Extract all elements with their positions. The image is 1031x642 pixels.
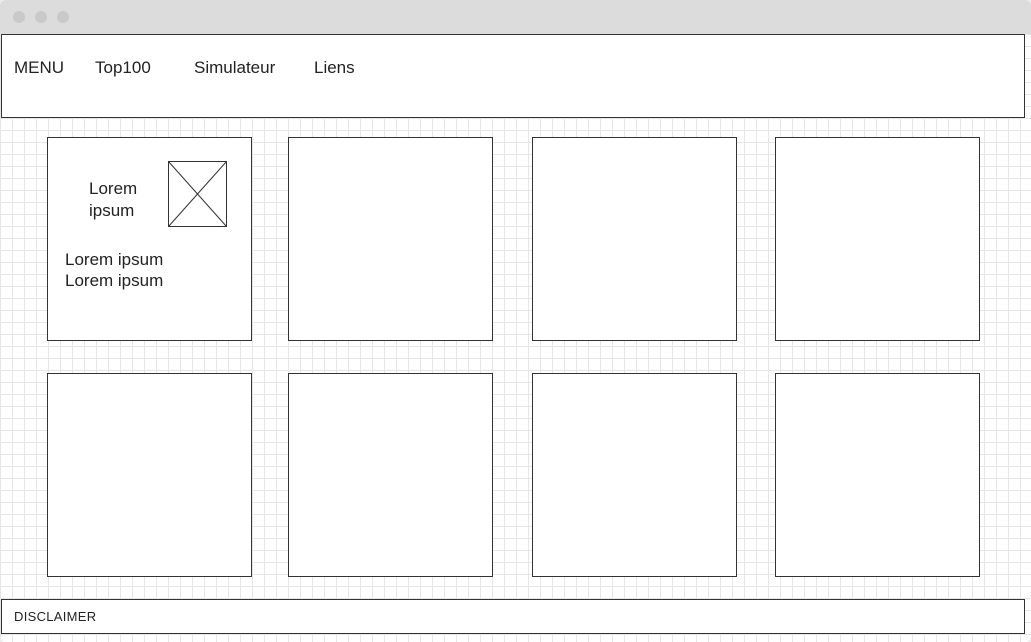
- content-card[interactable]: [532, 137, 737, 341]
- card-text: Lorem ipsum Lorem ipsum: [65, 249, 163, 291]
- nav-menu[interactable]: MENU: [14, 58, 64, 78]
- top-nav-bar: MENU Top100 Simulateur Liens: [1, 34, 1025, 118]
- content-card[interactable]: [288, 137, 493, 341]
- nav-item-liens[interactable]: Liens: [314, 58, 355, 78]
- content-card[interactable]: [775, 137, 980, 341]
- card-text-line: Lorem ipsum: [65, 250, 164, 269]
- footer-bar: DISCLAIMER: [1, 599, 1025, 634]
- content-card[interactable]: [288, 373, 493, 577]
- nav-item-simulateur[interactable]: Simulateur: [194, 58, 275, 78]
- close-window-dot[interactable]: [13, 11, 25, 23]
- minimize-window-dot[interactable]: [35, 11, 47, 23]
- image-placeholder-icon: [168, 161, 227, 227]
- title-bar: [0, 0, 1031, 34]
- nav-item-top100[interactable]: Top100: [95, 58, 151, 78]
- content-card[interactable]: Lorem ipsum Lorem ipsum Lorem ipsum: [47, 137, 252, 341]
- card-text-line: Lorem ipsum: [65, 271, 164, 290]
- content-card[interactable]: [532, 373, 737, 577]
- content-card[interactable]: [47, 373, 252, 577]
- content-card[interactable]: [775, 373, 980, 577]
- card-title: Lorem ipsum: [89, 179, 138, 220]
- maximize-window-dot[interactable]: [57, 11, 69, 23]
- disclaimer-link[interactable]: DISCLAIMER: [14, 609, 96, 624]
- browser-window: MENU Top100 Simulateur Liens Lorem ipsum…: [0, 0, 1031, 642]
